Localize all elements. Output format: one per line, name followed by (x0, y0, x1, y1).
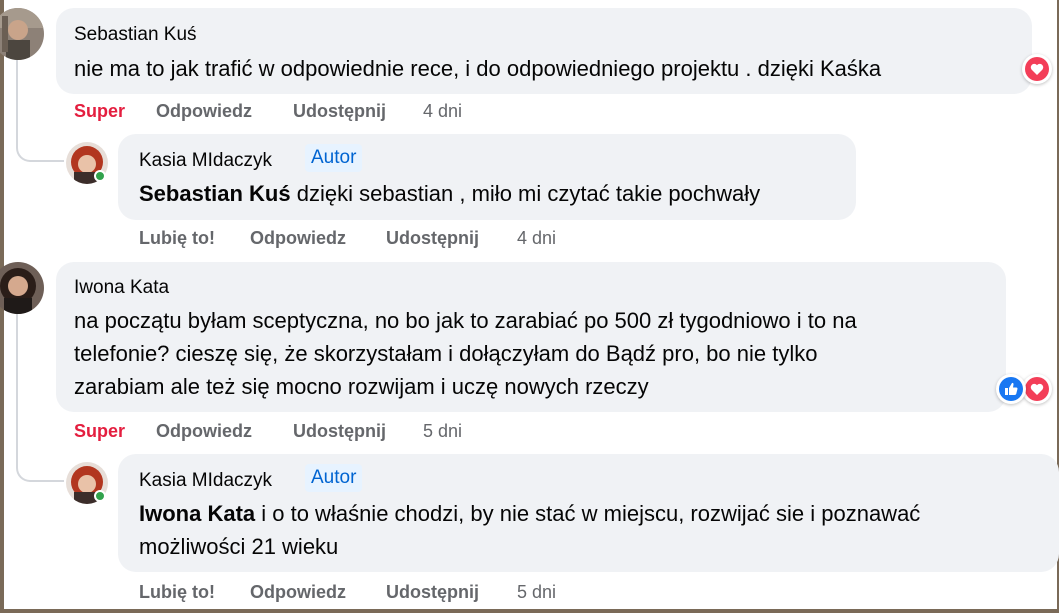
online-status-indicator (94, 170, 106, 182)
comment-timestamp[interactable]: 5 dni (423, 421, 462, 442)
comment-text-line: telefonie? cieszę się, że skorzystałam i… (74, 341, 818, 366)
like-button[interactable]: Lubię to! (139, 228, 215, 249)
mention-link[interactable]: Iwona Kata (139, 501, 255, 526)
reply-author[interactable]: Kasia MIdaczyk (139, 470, 272, 492)
share-button[interactable]: Udostępnij (293, 421, 386, 442)
comment-text: nie ma to jak trafić w odpowiednie rece,… (74, 56, 882, 81)
comment-timestamp[interactable]: 4 dni (423, 101, 462, 122)
reply-button[interactable]: Odpowiedz (250, 228, 346, 249)
reply-text: Iwona Kata i o to właśnie chodzi, by nie… (139, 497, 920, 530)
reply-author[interactable]: Kasia MIdaczyk (139, 150, 272, 172)
reaction-like[interactable] (996, 374, 1026, 404)
reply-text-line: możliwości 21 wieku (139, 534, 339, 559)
reply-timestamp[interactable]: 4 dni (517, 228, 556, 249)
author-badge: Autor (305, 464, 363, 492)
share-button[interactable]: Udostępnij (293, 101, 386, 122)
reply-button[interactable]: Odpowiedz (250, 582, 346, 603)
reply-button[interactable]: Odpowiedz (156, 101, 252, 122)
share-button[interactable]: Udostępnij (386, 228, 479, 249)
author-badge: Autor (305, 144, 363, 172)
share-button[interactable]: Udostępnij (386, 582, 479, 603)
reply-text-body: dzięki sebastian , miło mi czytać takie … (290, 181, 761, 206)
thumbs-up-icon (999, 377, 1023, 401)
super-reaction-button[interactable]: Super (74, 101, 125, 122)
heart-icon (1025, 57, 1049, 81)
reply-thread-line (16, 60, 64, 162)
heart-icon (1025, 377, 1049, 401)
reply-text-body: i o to właśnie chodzi, by nie stać w mie… (255, 501, 921, 526)
reply-timestamp[interactable]: 5 dni (517, 582, 556, 603)
mention-link[interactable]: Sebastian Kuś (139, 181, 291, 206)
reaction-love[interactable] (1022, 54, 1052, 84)
reply-thread-line (16, 314, 64, 482)
comment-author[interactable]: Sebastian Kuś (74, 24, 197, 46)
reply-text: Sebastian Kuś dzięki sebastian , miło mi… (139, 177, 760, 210)
online-status-indicator (94, 490, 106, 502)
comment-text-line: zarabiam ale też się mocno rozwijam i uc… (74, 374, 649, 399)
like-button[interactable]: Lubię to! (139, 582, 215, 603)
comment-author[interactable]: Iwona Kata (74, 277, 169, 299)
reaction-love[interactable] (1022, 374, 1052, 404)
super-reaction-button[interactable]: Super (74, 421, 125, 442)
reply-button[interactable]: Odpowiedz (156, 421, 252, 442)
comment-text-line: na początu byłam sceptyczna, no bo jak t… (74, 308, 857, 333)
